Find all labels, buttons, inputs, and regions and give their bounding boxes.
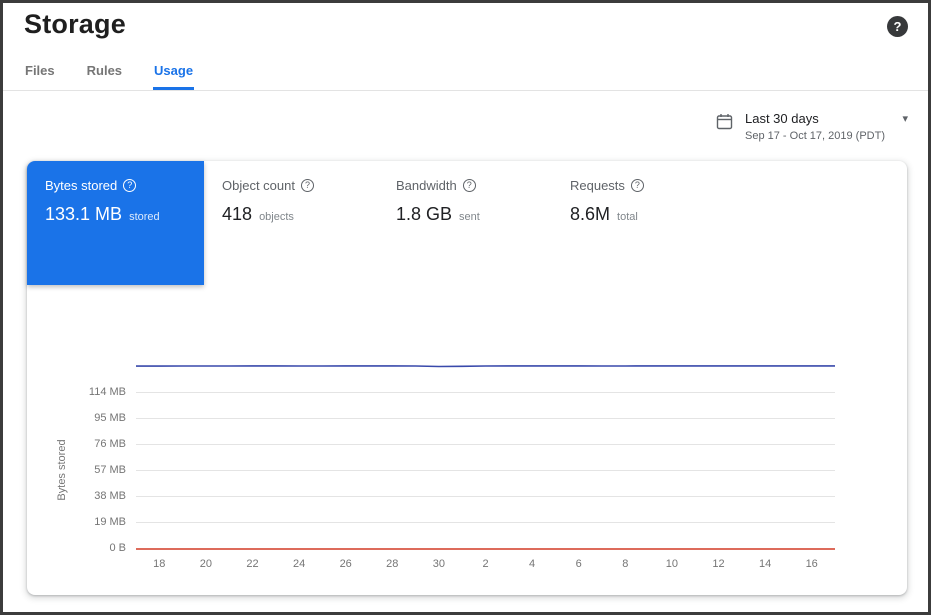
help-button[interactable]: ? — [887, 16, 908, 37]
bytes-stored-series-line — [27, 311, 907, 586]
tab-rules[interactable]: Rules — [86, 61, 123, 90]
metric-label: Object count — [222, 178, 295, 193]
metric-unit: sent — [459, 211, 480, 223]
question-icon: ? — [894, 19, 902, 34]
metric-label: Bytes stored — [45, 178, 117, 193]
metric-unit: stored — [129, 211, 160, 223]
metric-value: 8.6M — [570, 204, 610, 224]
usage-card: Bytes stored ? 133.1 MB stored Object co… — [27, 161, 907, 595]
date-range-detail: Sep 17 - Oct 17, 2019 (PDT) — [745, 130, 908, 142]
metric-unit: total — [617, 211, 638, 223]
page-title: Storage — [24, 9, 126, 40]
calendar-icon — [716, 113, 733, 130]
help-circle-icon: ? — [631, 179, 644, 192]
tab-bar: Files Rules Usage — [24, 61, 194, 90]
usage-chart: Bytes stored 114 MB95 MB76 MB57 MB38 MB1… — [27, 311, 907, 586]
metric-bytes-stored[interactable]: Bytes stored ? 133.1 MB stored — [27, 161, 204, 285]
help-circle-icon: ? — [463, 179, 476, 192]
metric-value: 133.1 MB — [45, 204, 122, 224]
metric-bandwidth[interactable]: Bandwidth ? 1.8 GB sent — [378, 161, 552, 285]
metric-value: 418 — [222, 204, 252, 224]
metric-label: Requests — [570, 178, 625, 193]
date-range-label: Last 30 days — [745, 111, 819, 126]
tab-usage[interactable]: Usage — [153, 61, 194, 90]
chevron-down-icon: ▾ — [902, 112, 908, 125]
storage-usage-page: Storage ? Files Rules Usage Last 30 days… — [0, 0, 931, 615]
tab-divider — [3, 90, 928, 91]
metric-requests[interactable]: Requests ? 8.6M total — [552, 161, 726, 285]
metric-tiles: Bytes stored ? 133.1 MB stored Object co… — [27, 161, 907, 285]
tab-files[interactable]: Files — [24, 61, 56, 90]
metric-label: Bandwidth — [396, 178, 457, 193]
help-circle-icon: ? — [301, 179, 314, 192]
help-circle-icon: ? — [123, 179, 136, 192]
metric-unit: objects — [259, 211, 294, 223]
metric-object-count[interactable]: Object count ? 418 objects — [204, 161, 378, 285]
metric-value: 1.8 GB — [396, 204, 452, 224]
date-range-selector[interactable]: Last 30 days ▾ Sep 17 - Oct 17, 2019 (PD… — [716, 111, 908, 142]
